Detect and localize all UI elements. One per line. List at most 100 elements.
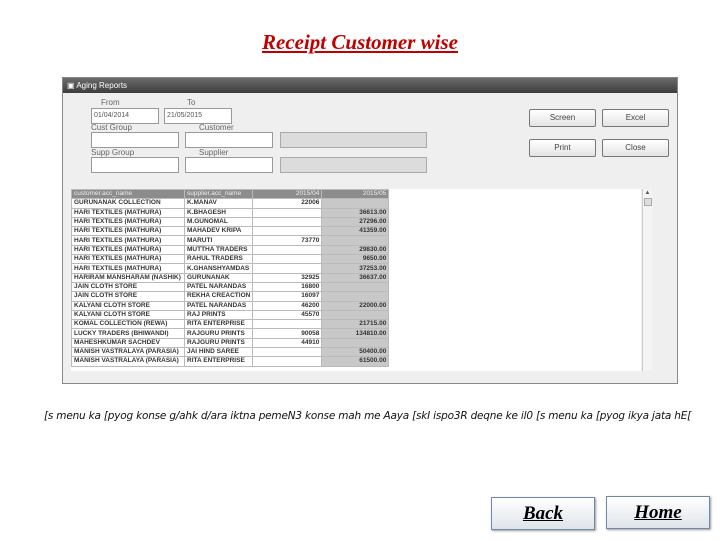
table-row[interactable]: MAHESHKUMAR SACHDEV RAJGURU PRINTS 44910: [71, 337, 390, 349]
period-2015-04-cell: 32925: [252, 272, 323, 283]
screen-button[interactable]: Screen: [529, 109, 596, 127]
customer-label: Customer: [199, 123, 234, 132]
period-2015-04-cell: [252, 207, 323, 218]
column-header[interactable]: customer.acc_name: [71, 189, 185, 200]
supplier-cell: K.MANAV: [183, 198, 254, 209]
period-2015-04-cell: 16097: [252, 291, 323, 302]
supplier-cell: MUTTHA TRADERS: [183, 244, 254, 256]
table-row[interactable]: GURUNANAK COLLECTION K.MANAV 22006: [71, 198, 390, 209]
supplier-label: Supplier: [199, 148, 229, 157]
back-button[interactable]: Back: [491, 497, 595, 530]
supplier-cell: K.GHANSHYAMDAS: [183, 263, 254, 274]
table-row[interactable]: MANISH VASTRALAYA (PARASIA) JAI HIND SARE…: [71, 347, 390, 358]
supplier-cell: PATEL NARANDAS: [183, 281, 254, 293]
supplier-cell: MARUTI: [183, 235, 254, 246]
cust-group-input[interactable]: [91, 132, 179, 148]
period-2015-04-cell: [252, 254, 323, 265]
customer-cell: HARIRAM MANSHARAM (NASHIK): [71, 272, 185, 283]
table-row[interactable]: JAIN CLOTH STORE REKHA CREACTION 16097: [71, 291, 390, 302]
customer-cell: HARI TEXTILES (MATHURA): [71, 207, 185, 218]
period-2015-05-cell: [321, 281, 390, 293]
supplier-cell: JAI HIND SAREE: [183, 347, 254, 358]
customer-cell: HARI TEXTILES (MATHURA): [71, 263, 185, 274]
period-2015-04-cell: 46200: [252, 300, 323, 311]
customer-cell: GURUNANAK COLLECTION: [71, 198, 185, 209]
table-row[interactable]: HARI TEXTILES (MATHURA) MARUTI 73770: [71, 235, 390, 246]
supp-group-label: Supp Group: [91, 148, 135, 157]
supplier-cell: RAJGURU PRINTS: [183, 328, 254, 339]
print-button[interactable]: Print: [529, 139, 596, 157]
window-icon: ▣: [67, 81, 77, 90]
scroll-up-icon[interactable]: ▲: [643, 189, 652, 198]
customer-cell: HARI TEXTILES (MATHURA): [71, 226, 185, 237]
customer-cell: HARI TEXTILES (MATHURA): [71, 254, 185, 265]
supplier-cell: RAJ PRINTS: [183, 309, 254, 321]
customer-cell: LUCKY TRADERS (BHIWANDI): [71, 328, 185, 339]
from-date-input[interactable]: 01/04/2014: [91, 108, 159, 124]
supplier-cell: REKHA CREACTION: [183, 291, 254, 302]
home-button[interactable]: Home: [606, 496, 710, 529]
cust-group-label: Cust Group: [91, 123, 132, 132]
supplier-cell: K.BHAGESH: [183, 207, 254, 218]
period-2015-04-cell: [252, 319, 323, 330]
table-row[interactable]: LUCKY TRADERS (BHIWANDI) RAJGURU PRINTS 90…: [71, 328, 390, 339]
excel-button[interactable]: Excel: [602, 109, 669, 127]
period-2015-04-cell: 73770: [252, 235, 323, 246]
period-2015-05-cell: 36613.00: [321, 207, 390, 218]
period-2015-05-cell: 22000.00: [321, 300, 390, 311]
table-row[interactable]: HARI TEXTILES (MATHURA) M.GUNOMAL 27296.00: [71, 216, 390, 228]
to-label: To: [187, 98, 196, 107]
table-row[interactable]: HARI TEXTILES (MATHURA) RAHUL TRADERS 9650…: [71, 254, 390, 265]
column-header[interactable]: supplier.acc_name: [183, 189, 254, 200]
from-label: From: [101, 98, 120, 107]
aging-table: customer.acc_name supplier.acc_name 2015…: [71, 189, 641, 371]
supplier-cell: GURUNANAK: [183, 272, 254, 283]
period-2015-04-cell: [252, 347, 323, 358]
period-2015-04-cell: 90058: [252, 328, 323, 339]
customer-cell: JAIN CLOTH STORE: [71, 291, 185, 302]
period-2015-04-cell: 22006: [252, 198, 323, 209]
table-row[interactable]: HARIRAM MANSHARAM (NASHIK) GURUNANAK 32925…: [71, 272, 390, 283]
supp-group-input[interactable]: [91, 157, 179, 173]
period-2015-04-cell: [252, 226, 323, 237]
table-row[interactable]: KALYANI CLOTH STORE PATEL NARANDAS 46200 22…: [71, 300, 390, 311]
to-date-input[interactable]: 21/05/2015: [164, 108, 232, 124]
table-row[interactable]: KALYANI CLOTH STORE RAJ PRINTS 45570: [71, 309, 390, 321]
period-2015-05-cell: 50400.00: [321, 347, 390, 358]
supplier-input[interactable]: [185, 157, 273, 173]
period-2015-05-cell: [321, 235, 390, 246]
period-2015-05-cell: 9650.00: [321, 254, 390, 265]
column-header[interactable]: 2015/04: [252, 189, 323, 200]
supplier-cell: PATEL NARANDAS: [183, 300, 254, 311]
table-row[interactable]: HARI TEXTILES (MATHURA) K.GHANSHYAMDAS 372…: [71, 263, 390, 274]
close-button[interactable]: Close: [602, 139, 669, 157]
customer-cell: HARI TEXTILES (MATHURA): [71, 244, 185, 256]
scrollbar-thumb[interactable]: [644, 198, 652, 206]
period-2015-05-cell: 61500.00: [321, 356, 390, 367]
window-titlebar: ▣ Aging Reports: [63, 78, 677, 93]
supplier-name-field: [280, 157, 427, 173]
customer-input[interactable]: [185, 132, 273, 148]
table-row[interactable]: JAIN CLOTH STORE PATEL NARANDAS 16800: [71, 281, 390, 293]
table-row[interactable]: HARI TEXTILES (MATHURA) MUTTHA TRADERS 298…: [71, 244, 390, 256]
customer-name-field: [280, 132, 427, 148]
table-row[interactable]: KOMAL COLLECTION (REWA) RITA ENTERPRISE 21…: [71, 319, 390, 330]
table-row[interactable]: HARI TEXTILES (MATHURA) K.BHAGESH 36613.00: [71, 207, 390, 218]
period-2015-05-cell: [321, 291, 390, 302]
period-2015-05-cell: 134810.00: [321, 328, 390, 339]
period-2015-05-cell: 27296.00: [321, 216, 390, 228]
aging-reports-window: ▣ Aging Reports From 01/04/2014 To 21/05…: [62, 77, 678, 384]
table-row[interactable]: HARI TEXTILES (MATHURA) MAHADEV KRIPA 4135…: [71, 226, 390, 237]
table-row[interactable]: MANISH VASTRALAYA (PARASIA) RITA ENTERPRI…: [71, 356, 390, 367]
vertical-scrollbar[interactable]: ▲: [642, 189, 652, 371]
customer-cell: MAHESHKUMAR SACHDEV: [71, 337, 185, 349]
period-2015-04-cell: 44910: [252, 337, 323, 349]
customer-cell: MANISH VASTRALAYA (PARASIA): [71, 347, 185, 358]
customer-cell: JAIN CLOTH STORE: [71, 281, 185, 293]
period-2015-05-cell: [321, 337, 390, 349]
column-header[interactable]: 2015/05: [321, 189, 390, 200]
supplier-cell: RITA ENTERPRISE: [183, 319, 254, 330]
window-title: Aging Reports: [76, 81, 128, 90]
customer-cell: KOMAL COLLECTION (REWA): [71, 319, 185, 330]
period-2015-05-cell: [321, 198, 390, 209]
